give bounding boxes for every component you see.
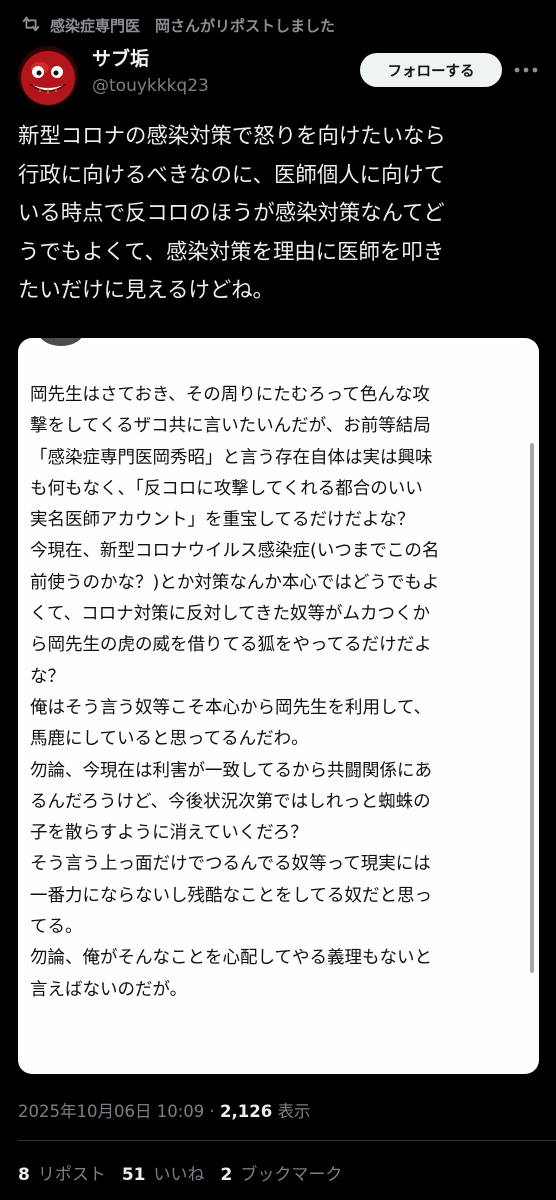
views-label: 表示	[277, 1102, 311, 1121]
bookmarks-label: ブックマーク	[240, 1165, 343, 1185]
image-scrollbar	[530, 443, 534, 973]
more-options-button[interactable]	[510, 55, 542, 85]
image-text-line: も何もなく、「反コロに攻撃してくれる都合のいい	[30, 478, 423, 499]
post-meta: 2025年10月06日 10:09 · 2,126 表示	[18, 1098, 310, 1122]
post-text-line: 新型コロナの感染対策で怒りを向けたいなら	[18, 124, 446, 149]
bookmarks-count: 2	[220, 1165, 233, 1185]
image-text-line: 前使うのかな？)とか対策なんか本心ではどうでもよ	[30, 572, 440, 593]
image-text-line: な？	[30, 666, 65, 687]
author-name[interactable]: サブ垢	[92, 46, 209, 72]
image-text: 岡先生はさておき、その周りにたむろって色んな攻 撃をしてくるザコ共に言いたいんだ…	[30, 380, 439, 1006]
image-text-line: 勿論、今現在は利害が一致してるから共闘関係にあ	[30, 760, 432, 781]
image-text-line: 勿論、俺がそんなことを心配してやる義理もないと	[30, 948, 432, 969]
bookmarks-stat[interactable]: 2 ブックマーク	[221, 1160, 343, 1185]
image-text-line: ら岡先生の虎の威を借りてる狐をやってるだけだよ	[30, 635, 432, 656]
timestamp[interactable]: 2025年10月06日 10:09	[18, 1102, 204, 1121]
image-text-line: 実名医師アカウント」を重宝してるだけだよな？	[30, 510, 415, 531]
likes-label: いいね	[153, 1165, 205, 1185]
avatar[interactable]	[18, 46, 78, 106]
repost-label: 感染症専門医 岡さんがリポストしました	[50, 16, 336, 35]
follow-button[interactable]: フォローする	[360, 53, 502, 87]
author-block[interactable]: サブ垢 @touykkkq23	[92, 46, 209, 98]
attached-image[interactable]: 岡先生はさておき、その周りにたむろって色んな攻 撃をしてくるザコ共に言いたいんだ…	[18, 338, 539, 1074]
author-handle[interactable]: @touykkkq23	[92, 74, 209, 98]
reposts-count: 8	[18, 1165, 30, 1185]
image-text-line: 馬鹿にしていると思ってるんだわ。	[30, 729, 309, 750]
image-text-line: 撃をしてくるザコ共に言いたいんだが、お前等結局	[30, 416, 431, 437]
repost-icon	[22, 16, 40, 32]
image-text-line: 今現在、新型コロナウイルス感染症(いつまでこの名	[30, 541, 440, 562]
likes-count: 51	[121, 1165, 146, 1185]
post-text: 新型コロナの感染対策で怒りを向けたいなら 行政に向けるべきなのに、医師個人に向け…	[18, 118, 548, 311]
avatar-image	[18, 46, 78, 106]
image-text-line: てる。	[30, 917, 83, 938]
image-text-line: くて、コロナ対策に反対してきた奴等がムカつくか	[30, 604, 431, 625]
image-text-line: そう言う上っ面だけでつるんでる奴等って現実には	[30, 854, 431, 875]
repost-context[interactable]: 感染症専門医 岡さんがリポストしました	[22, 10, 336, 40]
image-text-line: るんだろうけど、今後状況次第ではしれっと蜘蛛の	[30, 791, 431, 812]
quoted-avatar	[38, 338, 84, 346]
image-text-line: 俺はそう言う奴等こそ本心から岡先生を利用して、	[30, 697, 432, 718]
divider	[18, 1140, 556, 1141]
views-count: 2,126	[220, 1102, 273, 1121]
engagement-stats: 8 リポスト 51 いいね 2 ブックマーク	[18, 1160, 358, 1185]
likes-stat[interactable]: 51 いいね	[122, 1160, 205, 1185]
image-text-line: 「感染症専門医岡秀昭」と言う存在自体は実は興味	[30, 447, 433, 468]
post-text-line: うでもよくて、感染対策を理由に医師を叩き	[18, 239, 445, 265]
post-text-line: いる時点で反コロのほうが感染対策なんてど	[18, 201, 445, 226]
image-text-line: 子を散らすように消えていくだろ？	[30, 823, 308, 844]
post-text-line: 行政に向けるべきなのに、医師個人に向けて	[18, 162, 446, 188]
image-text-line: 一番力にならないし残酷なことをしてる奴だと思っ	[30, 885, 432, 906]
post-text-line: たいだけに見えるけどね。	[18, 278, 275, 303]
reposts-label: リポスト	[37, 1165, 106, 1185]
image-text-line: 言えばないのだが。	[30, 979, 188, 1000]
image-text-line: 岡先生はさておき、その周りにたむろって色んな攻	[30, 385, 430, 405]
meta-separator: ·	[209, 1102, 215, 1121]
more-icon	[514, 67, 538, 73]
reposts-stat[interactable]: 8 リポスト	[18, 1160, 106, 1185]
